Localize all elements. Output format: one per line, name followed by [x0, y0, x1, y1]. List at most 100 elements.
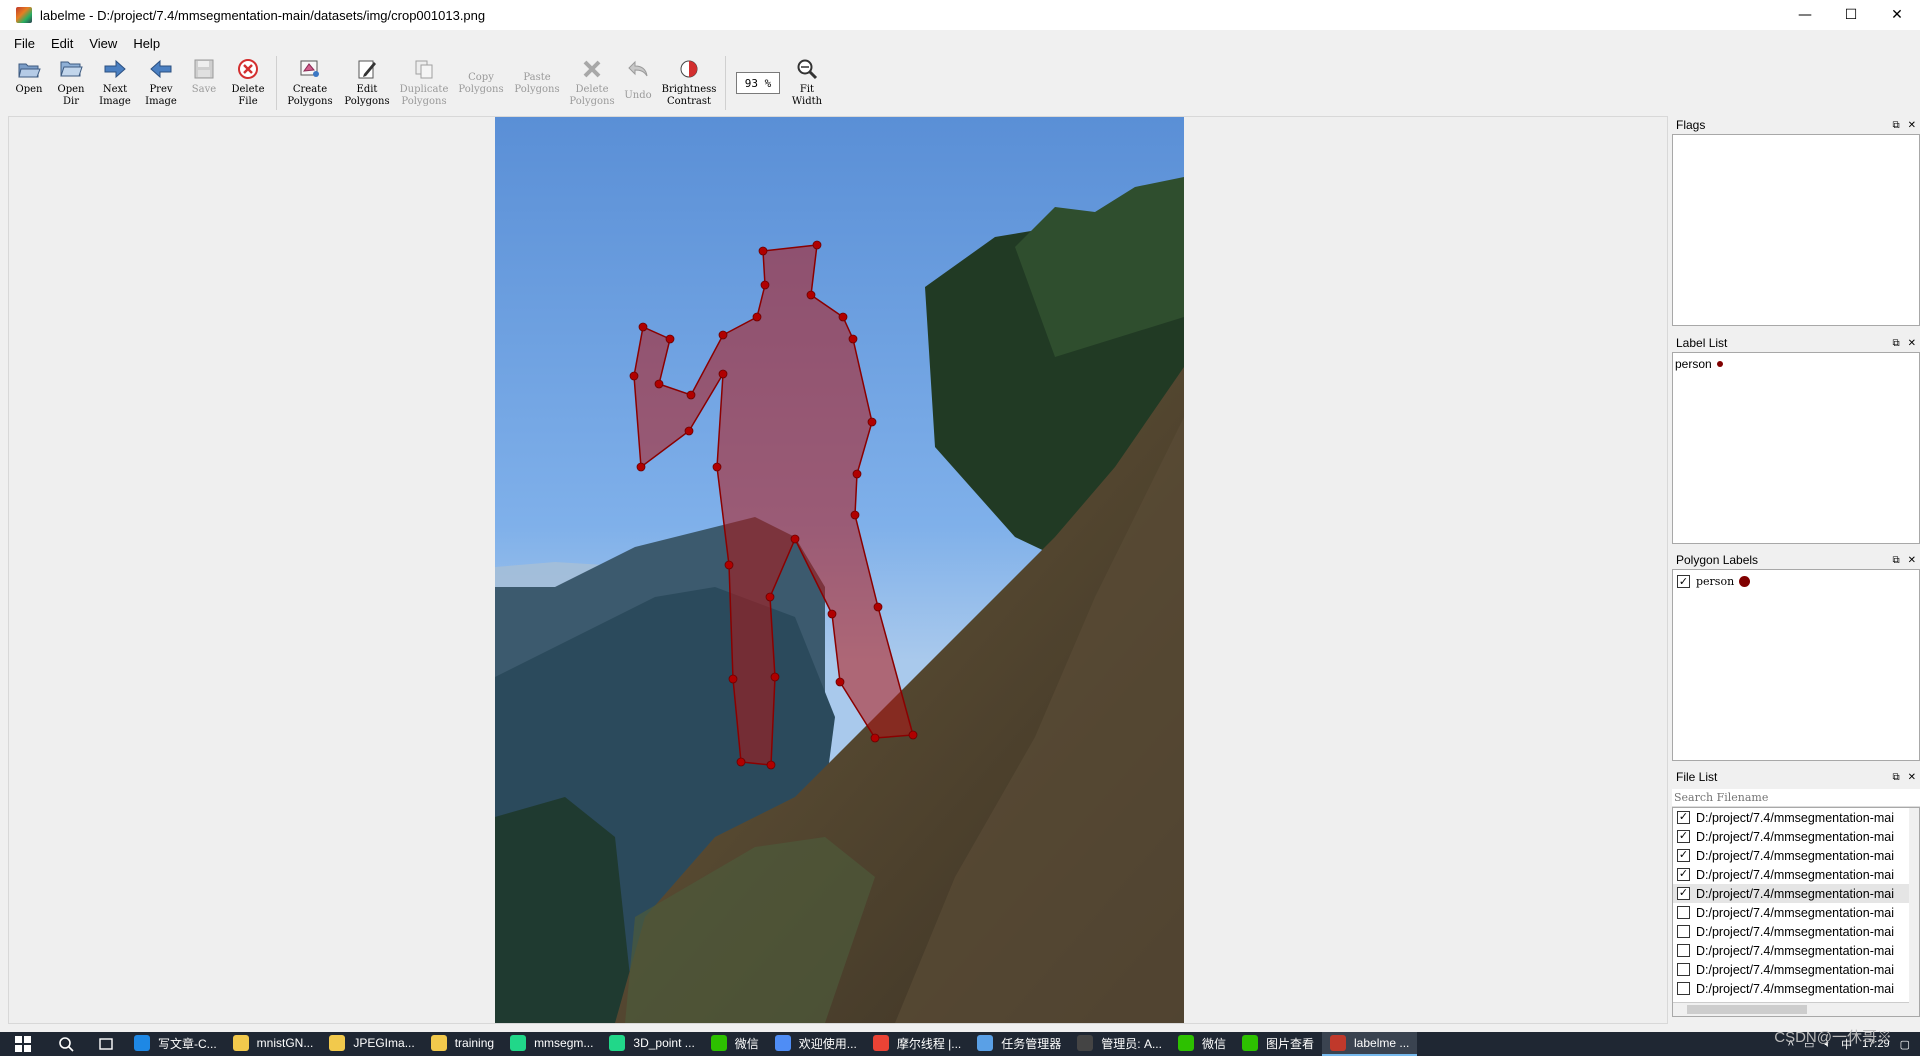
- prev-image-button[interactable]: Prev Image: [138, 54, 184, 108]
- brightness-icon: [676, 56, 702, 82]
- file-list-item[interactable]: ✓ D:/project/7.4/mmsegmentation-mai: [1673, 846, 1919, 865]
- vertical-scrollbar[interactable]: [1909, 808, 1919, 1004]
- float-icon[interactable]: ⧉: [1892, 555, 1899, 566]
- label-list-header: Label List ⧉ ✕: [1672, 334, 1920, 352]
- undo-button[interactable]: Undo: [619, 54, 657, 102]
- app-icon: [1330, 1035, 1347, 1051]
- taskbar-app-button[interactable]: 欢迎使用...: [767, 1032, 865, 1056]
- file-checkbox[interactable]: [1677, 944, 1690, 957]
- taskbar-app-button[interactable]: 微信: [1170, 1032, 1234, 1056]
- file-list-item[interactable]: ✓ D:/project/7.4/mmsegmentation-mai: [1673, 827, 1919, 846]
- close-button[interactable]: ✕: [1874, 0, 1920, 30]
- float-icon[interactable]: ⧉: [1892, 772, 1899, 783]
- close-icon[interactable]: ✕: [1908, 338, 1916, 349]
- polygon-label-item[interactable]: ✓ person: [1673, 570, 1919, 593]
- taskbar-app-button[interactable]: training: [423, 1032, 502, 1056]
- taskbar-app-button[interactable]: 微信: [703, 1032, 767, 1056]
- polygon-labels-list[interactable]: ✓ person: [1672, 569, 1920, 761]
- delete-file-button[interactable]: Delete File: [224, 54, 272, 108]
- close-icon[interactable]: ✕: [1908, 772, 1916, 783]
- file-list-item[interactable]: ✓ D:/project/7.4/mmsegmentation-mai: [1673, 808, 1919, 827]
- taskbar-app-label: 微信: [734, 1036, 759, 1051]
- taskbar-apps: 写文章-C... mnistGN... JPEGIma... training mmse…: [126, 1032, 1418, 1056]
- flags-title: Flags: [1676, 118, 1706, 132]
- zoom-input[interactable]: 93 %: [736, 72, 780, 94]
- file-checkbox[interactable]: ✓: [1677, 868, 1690, 881]
- open-button[interactable]: Open: [8, 54, 50, 96]
- taskbar-app-button[interactable]: 任务管理器: [969, 1032, 1069, 1056]
- polygon-visible-checkbox[interactable]: ✓: [1677, 575, 1690, 588]
- taskbar-app-label: 微信: [1201, 1036, 1226, 1051]
- file-checkbox[interactable]: [1677, 963, 1690, 976]
- taskbar-app-button[interactable]: mnistGN...: [225, 1032, 322, 1056]
- photo-image[interactable]: [495, 117, 1184, 1023]
- search-button[interactable]: [46, 1032, 86, 1056]
- file-list-item[interactable]: D:/project/7.4/mmsegmentation-mai: [1673, 922, 1919, 941]
- flags-list[interactable]: [1672, 134, 1920, 326]
- label-list[interactable]: person: [1672, 352, 1920, 544]
- scrollbar-thumb[interactable]: [1687, 1005, 1807, 1014]
- open-dir-button[interactable]: Open Dir: [50, 54, 92, 108]
- file-checkbox[interactable]: [1677, 982, 1690, 995]
- close-icon[interactable]: ✕: [1908, 120, 1916, 131]
- task-view-button[interactable]: [86, 1032, 126, 1056]
- menu-help[interactable]: Help: [133, 36, 160, 51]
- search-filename-input[interactable]: [1672, 789, 1920, 807]
- image-canvas[interactable]: [8, 116, 1668, 1024]
- folder-icon: [58, 56, 84, 82]
- brightness-contrast-button[interactable]: Brightness Contrast: [657, 54, 721, 108]
- taskbar-app-button[interactable]: labelme ...: [1322, 1032, 1418, 1056]
- magnifier-icon: [794, 56, 820, 82]
- float-icon[interactable]: ⧉: [1892, 338, 1899, 349]
- file-checkbox[interactable]: [1677, 925, 1690, 938]
- taskbar-app-button[interactable]: 3D_point ...: [601, 1032, 702, 1056]
- minimize-button[interactable]: —: [1782, 0, 1828, 30]
- menu-bar: File Edit View Help: [0, 32, 176, 54]
- duplicate-polygons-button[interactable]: Duplicate Polygons: [395, 54, 453, 108]
- delete-polygons-button[interactable]: Delete Polygons: [565, 54, 619, 108]
- create-polygons-button[interactable]: Create Polygons: [281, 54, 339, 108]
- file-rows: ✓ D:/project/7.4/mmsegmentation-mai ✓ D:/pr…: [1673, 808, 1919, 998]
- file-list-item[interactable]: D:/project/7.4/mmsegmentation-mai: [1673, 903, 1919, 922]
- copy-polygons-button[interactable]: Copy Polygons: [453, 54, 509, 96]
- fit-width-button[interactable]: Fit Width: [790, 54, 824, 108]
- paste-polygons-button[interactable]: Paste Polygons: [509, 54, 565, 96]
- file-list-item[interactable]: D:/project/7.4/mmsegmentation-mai: [1673, 979, 1919, 998]
- save-button[interactable]: Save: [184, 54, 224, 96]
- float-icon[interactable]: ⧉: [1892, 120, 1899, 131]
- taskbar-app-button[interactable]: 管理员: A...: [1069, 1032, 1170, 1056]
- file-list-item[interactable]: ✓ D:/project/7.4/mmsegmentation-mai: [1673, 865, 1919, 884]
- taskbar-app-button[interactable]: 摩尔线程 |...: [865, 1032, 969, 1056]
- menu-view[interactable]: View: [89, 36, 117, 51]
- file-list[interactable]: ✓ D:/project/7.4/mmsegmentation-mai ✓ D:/pr…: [1672, 807, 1920, 1017]
- file-list-item[interactable]: D:/project/7.4/mmsegmentation-mai: [1673, 941, 1919, 960]
- app-icon: [774, 1035, 791, 1051]
- taskbar-app-button[interactable]: 写文章-C...: [126, 1032, 225, 1056]
- app-icon: [510, 1035, 527, 1051]
- windows-taskbar: 写文章-C... mnistGN... JPEGIma... training mmse…: [0, 1032, 1920, 1056]
- window-controls: — ☐ ✕: [1782, 0, 1920, 30]
- horizontal-scrollbar[interactable]: [1673, 1002, 1919, 1016]
- windows-start-button[interactable]: [0, 1032, 46, 1056]
- edit-polygons-button[interactable]: Edit Polygons: [339, 54, 395, 108]
- maximize-button[interactable]: ☐: [1828, 0, 1874, 30]
- label-list-item[interactable]: person: [1673, 353, 1919, 375]
- menu-file[interactable]: File: [14, 36, 35, 51]
- taskbar-app-button[interactable]: JPEGIma...: [321, 1032, 422, 1056]
- file-list-item[interactable]: ✓ D:/project/7.4/mmsegmentation-mai: [1673, 884, 1919, 903]
- app-icon: [232, 1035, 249, 1051]
- file-checkbox[interactable]: ✓: [1677, 887, 1690, 900]
- taskbar-app-button[interactable]: 图片查看: [1234, 1032, 1322, 1056]
- file-checkbox[interactable]: [1677, 906, 1690, 919]
- close-icon[interactable]: ✕: [1908, 555, 1916, 566]
- menu-edit[interactable]: Edit: [51, 36, 73, 51]
- next-image-button[interactable]: Next Image: [92, 54, 138, 108]
- file-list-item[interactable]: D:/project/7.4/mmsegmentation-mai: [1673, 960, 1919, 979]
- file-checkbox[interactable]: ✓: [1677, 830, 1690, 843]
- file-list-title: File List: [1676, 770, 1718, 784]
- taskbar-app-button[interactable]: mmsegm...: [502, 1032, 601, 1056]
- file-checkbox[interactable]: ✓: [1677, 811, 1690, 824]
- file-checkbox[interactable]: ✓: [1677, 849, 1690, 862]
- copy-icon: [468, 56, 494, 70]
- notification-icon[interactable]: ▢: [1900, 1038, 1910, 1051]
